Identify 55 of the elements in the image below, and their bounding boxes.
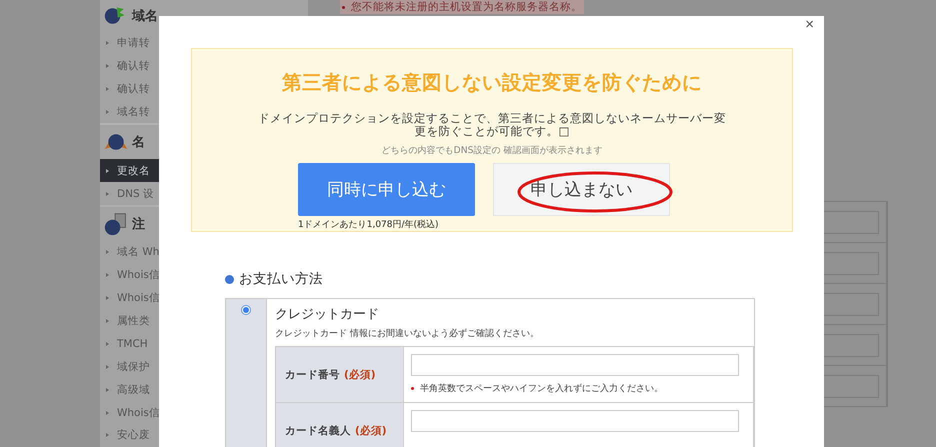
sidebar-item[interactable]: 确认转 bbox=[100, 78, 159, 101]
bullet-icon bbox=[106, 41, 109, 46]
hint-text: 半角英数でスペースやハイフンを入れずにご入力ください。 bbox=[420, 382, 663, 395]
bullet-icon bbox=[106, 192, 109, 196]
decline-button[interactable]: 申し込まない bbox=[493, 163, 670, 216]
required-mark: (必須) bbox=[355, 424, 387, 438]
bullet-icon bbox=[106, 364, 109, 369]
sidebar-item[interactable]: Whois信 bbox=[100, 401, 159, 424]
required-mark: (必須) bbox=[344, 368, 376, 382]
sidebar-group-title: 名 bbox=[132, 134, 145, 152]
bullet-icon bbox=[106, 87, 109, 92]
notice-text: 您不能将未注册的主机设置为名称服务器名称。 bbox=[340, 0, 584, 14]
sidebar-item[interactable]: 域名转 bbox=[100, 100, 159, 124]
sidebar-item[interactable]: TMCH bbox=[100, 332, 159, 356]
bullet-icon bbox=[106, 64, 109, 68]
bullet-icon bbox=[106, 296, 109, 300]
sidebar-item[interactable]: 确认转 bbox=[100, 54, 159, 78]
method-title: クレジットカード bbox=[275, 306, 380, 323]
sidebar-item[interactable]: 更改名 bbox=[100, 159, 159, 182]
sidebar-item[interactable]: DNS 设 bbox=[100, 182, 159, 206]
input-field[interactable] bbox=[411, 410, 739, 432]
method-note: クレジットカード 情報にお間違いないよう必ずご確認ください。 bbox=[275, 327, 540, 340]
field-label: カード番号 bbox=[285, 368, 340, 382]
bullet-icon bbox=[106, 342, 109, 346]
bullet-icon bbox=[106, 168, 109, 173]
sidebar-item[interactable]: Whois信 bbox=[100, 286, 159, 310]
sidebar-item[interactable]: 申请转 bbox=[100, 32, 159, 55]
price-caption: 1ドメインあたり1,078円/年(税込) bbox=[298, 218, 439, 231]
bullet-icon bbox=[225, 274, 234, 284]
bullet-icon bbox=[106, 388, 109, 392]
sidebar-item[interactable]: 域名 Wh bbox=[100, 240, 159, 264]
sidebar-group-title: 注 bbox=[132, 216, 145, 233]
sidebar-item[interactable]: 域保护 bbox=[100, 355, 159, 378]
bullet-icon bbox=[411, 387, 414, 390]
apply-button[interactable]: 同時に申し込む bbox=[298, 163, 475, 216]
sidebar-item[interactable]: 属性类 bbox=[100, 310, 159, 332]
sidebar-group-title: 域名 bbox=[132, 8, 158, 25]
bullet-icon bbox=[106, 273, 109, 278]
globe-icon bbox=[103, 212, 129, 236]
field-label: カード名義人 bbox=[285, 424, 351, 438]
sidebar-item[interactable]: 安心废 bbox=[100, 424, 159, 447]
radio-button[interactable] bbox=[241, 305, 251, 315]
bullet-icon bbox=[106, 410, 109, 415]
sidebar-item[interactable]: Whois信 bbox=[100, 264, 159, 287]
input-field[interactable] bbox=[411, 354, 739, 376]
section-heading: お支払い方法 bbox=[239, 270, 323, 288]
panel-title: 第三者による意図しない設定変更を防ぐために bbox=[282, 70, 702, 96]
bullet-icon bbox=[106, 110, 109, 114]
bullet-icon bbox=[106, 319, 109, 323]
sidebar-item[interactable]: 高级域 bbox=[100, 378, 159, 402]
bullet-icon bbox=[106, 433, 109, 438]
description-text: ドメインプロテクションを設定することで、第三者による意図しないネームサーバー変更を防ぐことが可能です。□ bbox=[257, 112, 727, 138]
note-text: どちらの内容でもDNS設定の 確認画面が表示されます bbox=[382, 144, 602, 157]
close-button[interactable]: × bbox=[803, 16, 816, 33]
bullet-icon bbox=[106, 250, 109, 254]
